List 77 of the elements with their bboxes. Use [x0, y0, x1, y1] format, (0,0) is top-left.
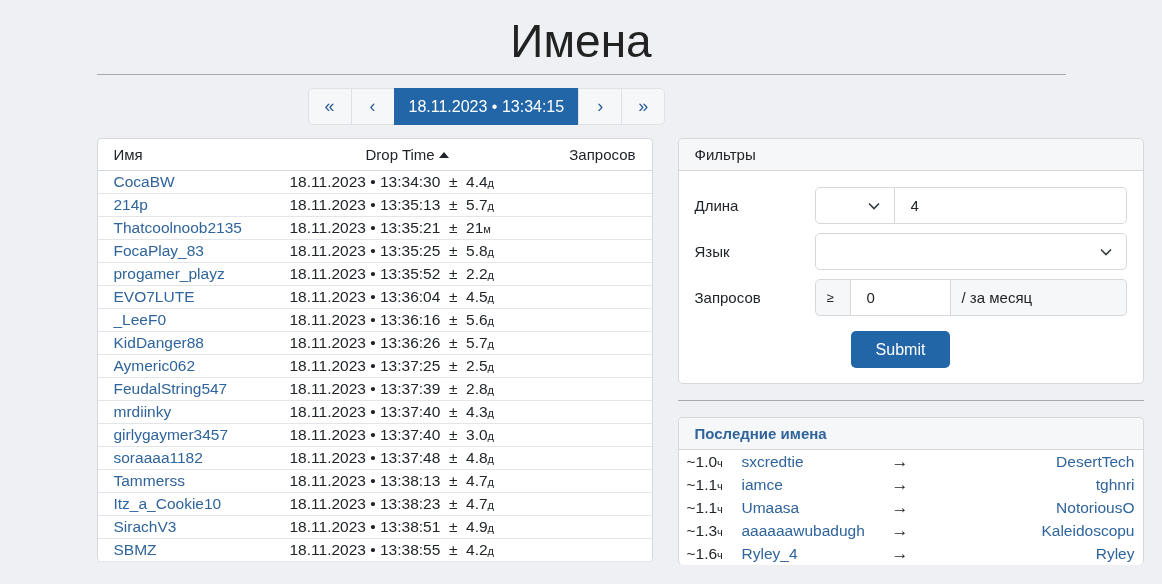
field-label: Запросов: [694, 289, 762, 306]
drop-time-cell: 18.11.2023 • 13:35:21 ± 21м: [289, 219, 491, 237]
name-link[interactable]: SBMZ: [113, 541, 290, 559]
chevron-down-icon: [1099, 247, 1112, 256]
name-link[interactable]: DesertTech: [908, 452, 1135, 471]
drop-time-cell: 18.11.2023 • 13:36:16 ± 5.6д: [289, 311, 494, 329]
name-link[interactable]: Ryley: [908, 544, 1135, 563]
input-prefix: ≥: [814, 279, 851, 316]
name-link[interactable]: _LeeF0: [113, 311, 290, 329]
pagination-button[interactable]: »: [621, 88, 666, 125]
drop-time-cell: 18.11.2023 • 13:38:55 ± 4.2д: [289, 541, 494, 559]
name-link[interactable]: NotoriousO: [908, 498, 1135, 517]
name-link[interactable]: SirachV3: [113, 518, 290, 536]
name-link[interactable]: Ryley_4: [741, 544, 892, 563]
drop-time-cell: 18.11.2023 • 13:36:26 ± 5.7д: [289, 334, 494, 352]
name-link[interactable]: aaaaaawubadugh: [741, 521, 892, 540]
drop-time-cell: 18.11.2023 • 13:37:39 ± 2.8д: [289, 380, 494, 398]
drop-time-cell: 18.11.2023 • 13:37:48 ± 4.8д: [289, 449, 494, 467]
name-link[interactable]: Kaleidoscopu: [908, 521, 1135, 540]
name-link[interactable]: CocaBW: [113, 173, 290, 191]
name-link[interactable]: 214p: [113, 196, 290, 214]
age-text: ~1.6ч: [686, 544, 724, 563]
arrow-text: →: [891, 474, 909, 495]
name-link[interactable]: Thatcoolnoob2135: [113, 219, 290, 237]
column-header[interactable]: Имя: [113, 146, 350, 163]
select-field[interactable]: [814, 233, 1127, 270]
column-header[interactable]: Запросов: [515, 146, 636, 163]
name-link[interactable]: mrdiinky: [113, 403, 290, 421]
name-link[interactable]: tghnri: [908, 475, 1135, 494]
pagination-button[interactable]: ‹: [350, 88, 395, 125]
name-link[interactable]: Tammerss: [113, 472, 290, 490]
name-link[interactable]: KidDanger88: [113, 334, 290, 352]
pagination-button[interactable]: «: [307, 88, 352, 125]
age-text: ~1.1ч: [686, 498, 724, 517]
name-link[interactable]: progamer_playz: [113, 265, 290, 283]
pagination-button[interactable]: ›: [578, 88, 623, 125]
name-link[interactable]: EVO7LUTE: [113, 288, 290, 306]
drop-time-cell: 18.11.2023 • 13:36:04 ± 4.5д: [289, 288, 494, 306]
drop-time-cell: 18.11.2023 • 13:35:25 ± 5.8д: [289, 242, 494, 260]
input-suffix: / за месяц: [950, 279, 1127, 316]
name-link[interactable]: girlygaymer3457: [113, 426, 290, 444]
name-link[interactable]: sxcredtie: [741, 452, 892, 471]
name-link[interactable]: FeudalString547: [113, 380, 290, 398]
input-field[interactable]: 4: [894, 187, 1127, 224]
drop-time-cell: 18.11.2023 • 13:34:30 ± 4.4д: [289, 173, 494, 191]
field-label: Язык: [694, 243, 731, 260]
age-text: ~1.1ч: [686, 475, 724, 494]
page-title: Имена: [510, 14, 652, 68]
card-title: Последние имена: [694, 425, 827, 442]
arrow-text: →: [891, 451, 909, 472]
drop-time-cell: 18.11.2023 • 13:38:51 ± 4.9д: [289, 518, 494, 536]
name-link[interactable]: Itz_a_Cookie10: [113, 495, 290, 513]
name-link[interactable]: soraaaa1182: [113, 449, 290, 467]
pagination-button[interactable]: 18.11.2023 • 13:34:15: [393, 88, 580, 125]
name-link[interactable]: FocaPlay_83: [113, 242, 290, 260]
drop-time-cell: 18.11.2023 • 13:35:52 ± 2.2д: [289, 265, 494, 283]
drop-time-cell: 18.11.2023 • 13:38:13 ± 4.7д: [289, 472, 494, 490]
drop-time-cell: 18.11.2023 • 13:35:13 ± 5.7д: [289, 196, 494, 214]
field-label: Длина: [694, 197, 740, 214]
name-link[interactable]: iamce: [741, 475, 892, 494]
arrow-text: →: [891, 543, 909, 564]
select-field[interactable]: [814, 187, 895, 224]
age-text: ~1.0ч: [686, 452, 724, 471]
name-link[interactable]: Aymeric062: [113, 357, 290, 375]
drop-time-cell: 18.11.2023 • 13:37:40 ± 3.0д: [289, 426, 494, 444]
drop-time-cell: 18.11.2023 • 13:37:25 ± 2.5д: [289, 357, 494, 375]
column-header[interactable]: Drop Time: [349, 146, 516, 163]
input-field[interactable]: 0: [850, 279, 951, 316]
age-text: ~1.3ч: [686, 521, 724, 540]
submit-button[interactable]: Submit: [851, 331, 950, 368]
drop-time-cell: 18.11.2023 • 13:38:23 ± 4.7д: [289, 495, 494, 513]
chevron-down-icon: [867, 201, 880, 210]
arrow-text: →: [891, 520, 909, 541]
name-link[interactable]: Umaasa: [741, 498, 892, 517]
drop-time-cell: 18.11.2023 • 13:37:40 ± 4.3д: [289, 403, 494, 421]
arrow-text: →: [891, 497, 909, 518]
card-title: Фильтры: [694, 146, 756, 163]
